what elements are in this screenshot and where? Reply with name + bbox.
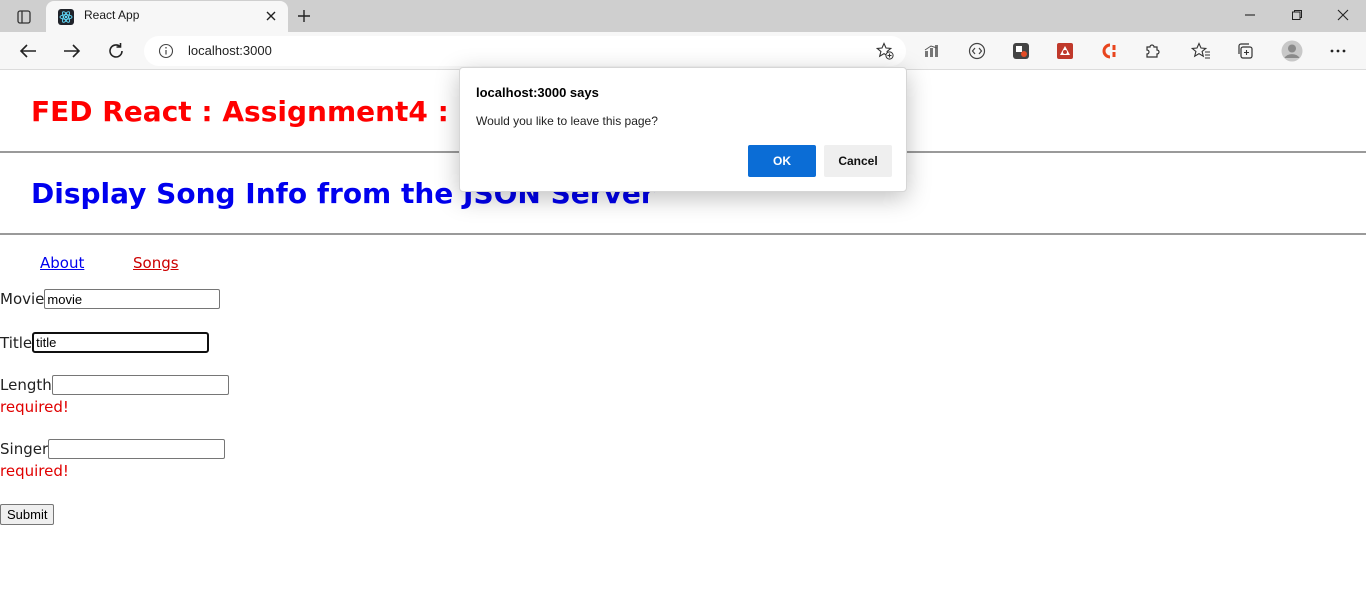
info-icon[interactable] <box>158 43 174 59</box>
puzzle-extensions-icon[interactable] <box>1143 41 1163 61</box>
address-bar[interactable]: localhost:3000 <box>144 36 906 66</box>
restore-icon[interactable] <box>1285 4 1309 26</box>
extension-icon-3[interactable] <box>1055 41 1075 61</box>
title-input[interactable] <box>32 332 210 353</box>
close-window-icon[interactable] <box>1331 4 1355 26</box>
confirm-dialog: localhost:3000 says Would you like to le… <box>459 67 907 192</box>
refresh-icon[interactable] <box>103 39 129 63</box>
chart-extension-icon[interactable] <box>923 41 943 61</box>
more-menu-icon[interactable] <box>1328 41 1348 61</box>
browser-tab[interactable]: React App <box>46 1 288 32</box>
collections-icon[interactable] <box>1235 41 1255 61</box>
title-label: Title <box>0 333 33 352</box>
title-row: Title <box>0 332 210 353</box>
address-text[interactable]: localhost:3000 <box>188 43 272 58</box>
singer-row: Singer <box>0 439 226 459</box>
submit-button[interactable]: Submit <box>0 504 55 525</box>
dialog-title: localhost:3000 says <box>476 85 599 100</box>
length-error: required! <box>0 398 69 416</box>
cancel-button[interactable]: Cancel <box>824 145 892 177</box>
extension-icon-2[interactable] <box>1011 41 1031 61</box>
page-heading-assignment: FED React : Assignment4 : Rou <box>31 95 520 128</box>
close-icon[interactable] <box>262 7 280 25</box>
minimize-icon[interactable] <box>1238 4 1262 26</box>
length-label: Length <box>0 376 52 394</box>
tab-strip: React App <box>0 0 1366 32</box>
divider <box>0 233 1366 235</box>
movie-label: Movie <box>0 290 45 308</box>
favorites-icon[interactable] <box>1191 41 1211 61</box>
profile-avatar-icon[interactable] <box>1280 39 1304 63</box>
singer-label: Singer <box>0 440 49 458</box>
singer-error: required! <box>0 462 69 480</box>
react-logo-icon <box>58 9 74 25</box>
tab-actions-icon[interactable] <box>10 6 38 28</box>
ok-button[interactable]: OK <box>748 145 816 177</box>
length-row: Length <box>0 375 229 395</box>
forward-arrow-icon[interactable] <box>59 39 85 63</box>
tab-title: React App <box>84 8 140 22</box>
movie-row: Movie <box>0 289 221 309</box>
browser-toolbar: localhost:3000 <box>0 32 1366 70</box>
length-input[interactable] <box>51 375 229 395</box>
c-extension-icon[interactable] <box>1099 41 1119 61</box>
back-arrow-icon[interactable] <box>15 39 41 63</box>
nav-link-songs[interactable]: Songs <box>133 254 179 272</box>
movie-input[interactable] <box>44 289 221 309</box>
star-plus-icon[interactable] <box>876 42 894 60</box>
singer-input[interactable] <box>48 439 226 459</box>
plus-icon[interactable] <box>292 5 316 27</box>
nav-link-about[interactable]: About <box>40 254 84 272</box>
code-extension-icon[interactable] <box>967 41 987 61</box>
dialog-message: Would you like to leave this page? <box>476 114 658 128</box>
